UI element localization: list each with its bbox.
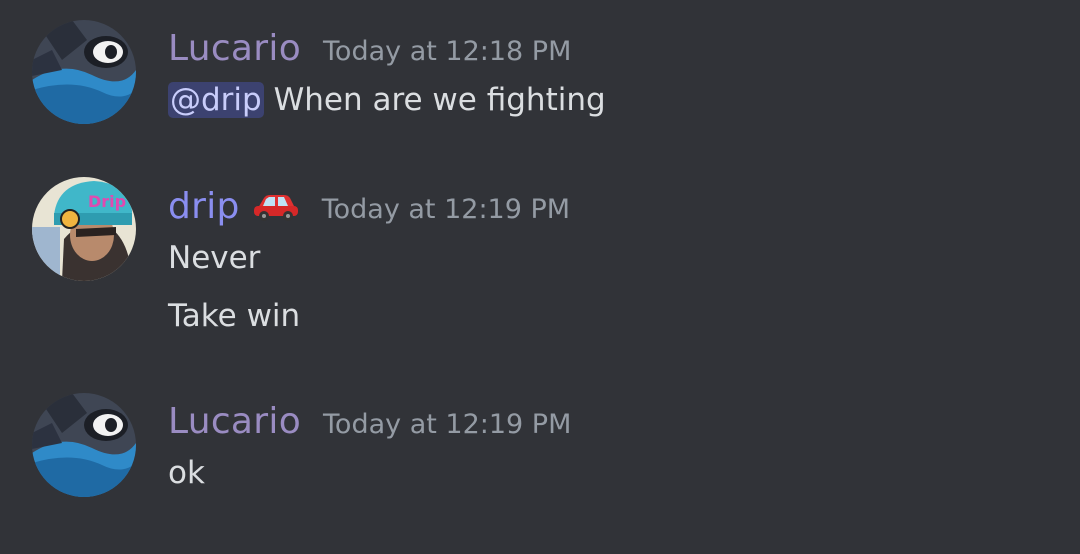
message-header: drip Today at 12:19 PM <box>168 186 570 227</box>
lucario-avatar-image <box>32 20 136 124</box>
message-text: ok <box>168 455 205 491</box>
drip-avatar-image: Drip <box>32 177 136 281</box>
message-content: @drip When are we fighting <box>168 82 606 118</box>
timestamp: Today at 12:19 PM <box>323 409 572 440</box>
lucario-avatar[interactable] <box>32 393 136 497</box>
car-emoji-icon <box>252 190 300 222</box>
lucario-avatar[interactable] <box>32 20 136 124</box>
svg-text:Drip: Drip <box>88 192 126 211</box>
message-header: Lucario Today at 12:18 PM <box>168 28 571 69</box>
author-name[interactable]: drip <box>168 186 240 227</box>
message-text: When are we fighting <box>263 82 606 118</box>
timestamp: Today at 12:19 PM <box>321 194 571 225</box>
drip-avatar[interactable]: Drip <box>32 177 136 281</box>
user-mention[interactable]: @drip <box>168 82 264 118</box>
author-name[interactable]: Lucario <box>168 28 301 69</box>
message-text: Take win <box>168 298 301 334</box>
message-header: Lucario Today at 12:19 PM <box>168 401 571 442</box>
message-text: Never <box>168 240 261 276</box>
author-name[interactable]: Lucario <box>168 401 301 442</box>
timestamp: Today at 12:18 PM <box>323 36 572 67</box>
lucario-avatar-image <box>32 393 136 497</box>
